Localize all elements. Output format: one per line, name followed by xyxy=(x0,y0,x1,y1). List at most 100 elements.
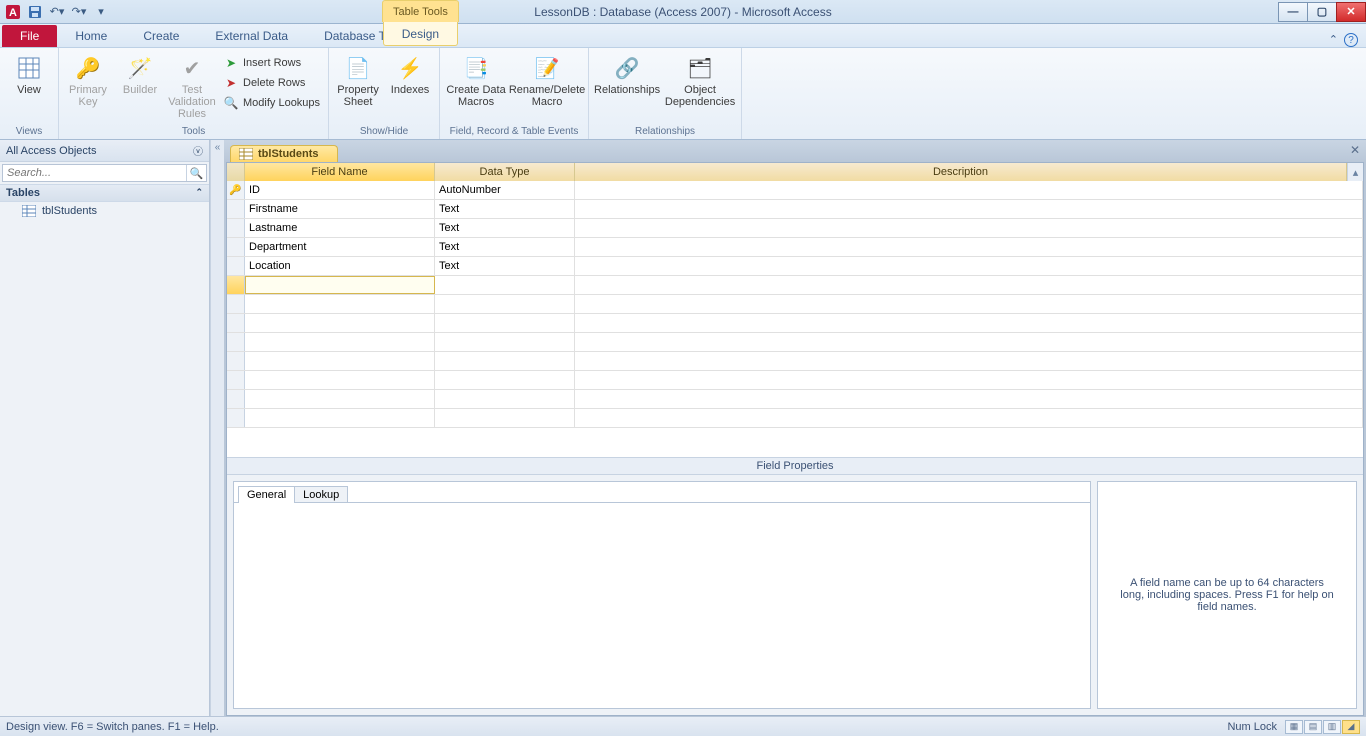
scroll-up-button[interactable]: ▴ xyxy=(1347,163,1363,181)
fp-tab-general[interactable]: General xyxy=(238,486,295,503)
nav-dropdown-icon[interactable]: ⓥ xyxy=(193,143,203,158)
row-selector[interactable] xyxy=(227,409,245,427)
save-icon[interactable] xyxy=(26,3,44,21)
nav-category-tables[interactable]: Tables ⌃ xyxy=(0,184,209,202)
table-row[interactable]: LastnameText xyxy=(227,219,1363,238)
fieldname-cell[interactable]: Lastname xyxy=(245,219,435,237)
object-dependencies-button[interactable]: 🗂Object Dependencies xyxy=(665,50,735,108)
description-cell[interactable] xyxy=(575,200,1363,218)
row-selector[interactable] xyxy=(227,238,245,256)
description-cell[interactable] xyxy=(575,295,1363,313)
datatype-cell[interactable] xyxy=(435,409,575,427)
test-validation-button[interactable]: ✔Test Validation Rules xyxy=(169,50,215,120)
property-sheet-button[interactable]: 📄Property Sheet xyxy=(335,50,381,108)
datatype-cell[interactable]: Text xyxy=(435,200,575,218)
datatype-cell[interactable] xyxy=(435,333,575,351)
datatype-cell[interactable]: Text xyxy=(435,257,575,275)
row-selector[interactable] xyxy=(227,200,245,218)
fieldname-cell[interactable] xyxy=(245,314,435,332)
fieldname-cell[interactable] xyxy=(245,352,435,370)
datatype-cell[interactable] xyxy=(435,295,575,313)
datatype-cell[interactable] xyxy=(435,371,575,389)
close-button[interactable]: ✕ xyxy=(1336,2,1366,22)
table-row[interactable]: DepartmentText xyxy=(227,238,1363,257)
datatype-cell[interactable] xyxy=(435,314,575,332)
fieldname-cell[interactable]: Firstname xyxy=(245,200,435,218)
restore-button[interactable]: ▢ xyxy=(1307,2,1337,22)
builder-button[interactable]: 🪄Builder xyxy=(117,50,163,96)
minimize-ribbon-icon[interactable]: ⌃ xyxy=(1329,33,1338,47)
doc-close-button[interactable]: ✕ xyxy=(1350,143,1360,157)
row-selector[interactable]: 🔑 xyxy=(227,181,245,199)
description-cell[interactable] xyxy=(575,219,1363,237)
description-cell[interactable] xyxy=(575,409,1363,427)
fieldname-cell[interactable] xyxy=(245,409,435,427)
description-cell[interactable] xyxy=(575,257,1363,275)
primary-key-button[interactable]: 🔑Primary Key xyxy=(65,50,111,108)
doc-tab-tblstudents[interactable]: tblStudents xyxy=(230,145,338,162)
help-icon[interactable]: ? xyxy=(1344,33,1358,47)
table-row[interactable] xyxy=(227,276,1363,295)
table-row[interactable]: FirstnameText xyxy=(227,200,1363,219)
header-fieldname[interactable]: Field Name xyxy=(245,163,435,181)
insert-rows-button[interactable]: ➤Insert Rows xyxy=(221,54,322,72)
indexes-button[interactable]: ⚡Indexes xyxy=(387,50,433,96)
description-cell[interactable] xyxy=(575,371,1363,389)
fp-tab-lookup[interactable]: Lookup xyxy=(294,486,348,503)
datatype-cell[interactable] xyxy=(435,390,575,408)
datatype-cell[interactable]: Text xyxy=(435,238,575,256)
table-row[interactable] xyxy=(227,333,1363,352)
search-icon[interactable]: 🔍 xyxy=(186,165,206,181)
description-cell[interactable] xyxy=(575,276,1363,294)
table-row[interactable]: LocationText xyxy=(227,257,1363,276)
design-view-button[interactable]: ◢ xyxy=(1342,720,1360,734)
relationships-button[interactable]: 🔗Relationships xyxy=(595,50,659,96)
table-row[interactable] xyxy=(227,371,1363,390)
table-row[interactable]: 🔑IDAutoNumber xyxy=(227,181,1363,200)
datasheet-view-button[interactable]: ▦ xyxy=(1285,720,1303,734)
table-row[interactable] xyxy=(227,409,1363,428)
row-selector[interactable] xyxy=(227,295,245,313)
fieldname-cell[interactable]: ID xyxy=(245,181,435,199)
table-row[interactable] xyxy=(227,390,1363,409)
tab-external-data[interactable]: External Data xyxy=(197,25,306,47)
redo-icon[interactable]: ↷▾ xyxy=(70,3,88,21)
description-cell[interactable] xyxy=(575,352,1363,370)
tab-create[interactable]: Create xyxy=(125,25,197,47)
delete-rows-button[interactable]: ➤Delete Rows xyxy=(221,74,322,92)
table-row[interactable] xyxy=(227,352,1363,371)
nav-item-tblstudents[interactable]: tblStudents xyxy=(0,202,209,220)
qat-customize-icon[interactable]: ▾ xyxy=(92,3,110,21)
table-row[interactable] xyxy=(227,295,1363,314)
datatype-cell[interactable] xyxy=(435,276,575,294)
fieldname-cell[interactable]: Location xyxy=(245,257,435,275)
fieldname-cell[interactable]: Department xyxy=(245,238,435,256)
table-row[interactable] xyxy=(227,314,1363,333)
tab-design[interactable]: Design xyxy=(383,22,458,46)
description-cell[interactable] xyxy=(575,181,1363,199)
fieldname-cell[interactable] xyxy=(245,276,435,294)
row-selector[interactable] xyxy=(227,371,245,389)
row-selector[interactable] xyxy=(227,276,245,294)
datatype-cell[interactable]: Text xyxy=(435,219,575,237)
row-selector[interactable] xyxy=(227,352,245,370)
description-cell[interactable] xyxy=(575,314,1363,332)
create-data-macros-button[interactable]: 📑Create Data Macros xyxy=(446,50,506,108)
modify-lookups-button[interactable]: 🔍Modify Lookups xyxy=(221,94,322,112)
row-selector[interactable] xyxy=(227,257,245,275)
pivottable-view-button[interactable]: ▤ xyxy=(1304,720,1322,734)
file-tab[interactable]: File xyxy=(2,25,57,47)
description-cell[interactable] xyxy=(575,390,1363,408)
row-selector[interactable] xyxy=(227,314,245,332)
fieldname-cell[interactable] xyxy=(245,390,435,408)
row-selector[interactable] xyxy=(227,219,245,237)
row-selector[interactable] xyxy=(227,390,245,408)
header-datatype[interactable]: Data Type xyxy=(435,163,575,181)
rename-delete-macro-button[interactable]: 📝Rename/Delete Macro xyxy=(512,50,582,108)
fieldname-cell[interactable] xyxy=(245,333,435,351)
nav-collapse-button[interactable]: « xyxy=(210,140,224,716)
view-button[interactable]: View xyxy=(6,50,52,96)
undo-icon[interactable]: ↶▾ xyxy=(48,3,66,21)
header-description[interactable]: Description xyxy=(575,163,1347,181)
select-all-button[interactable] xyxy=(227,163,245,181)
